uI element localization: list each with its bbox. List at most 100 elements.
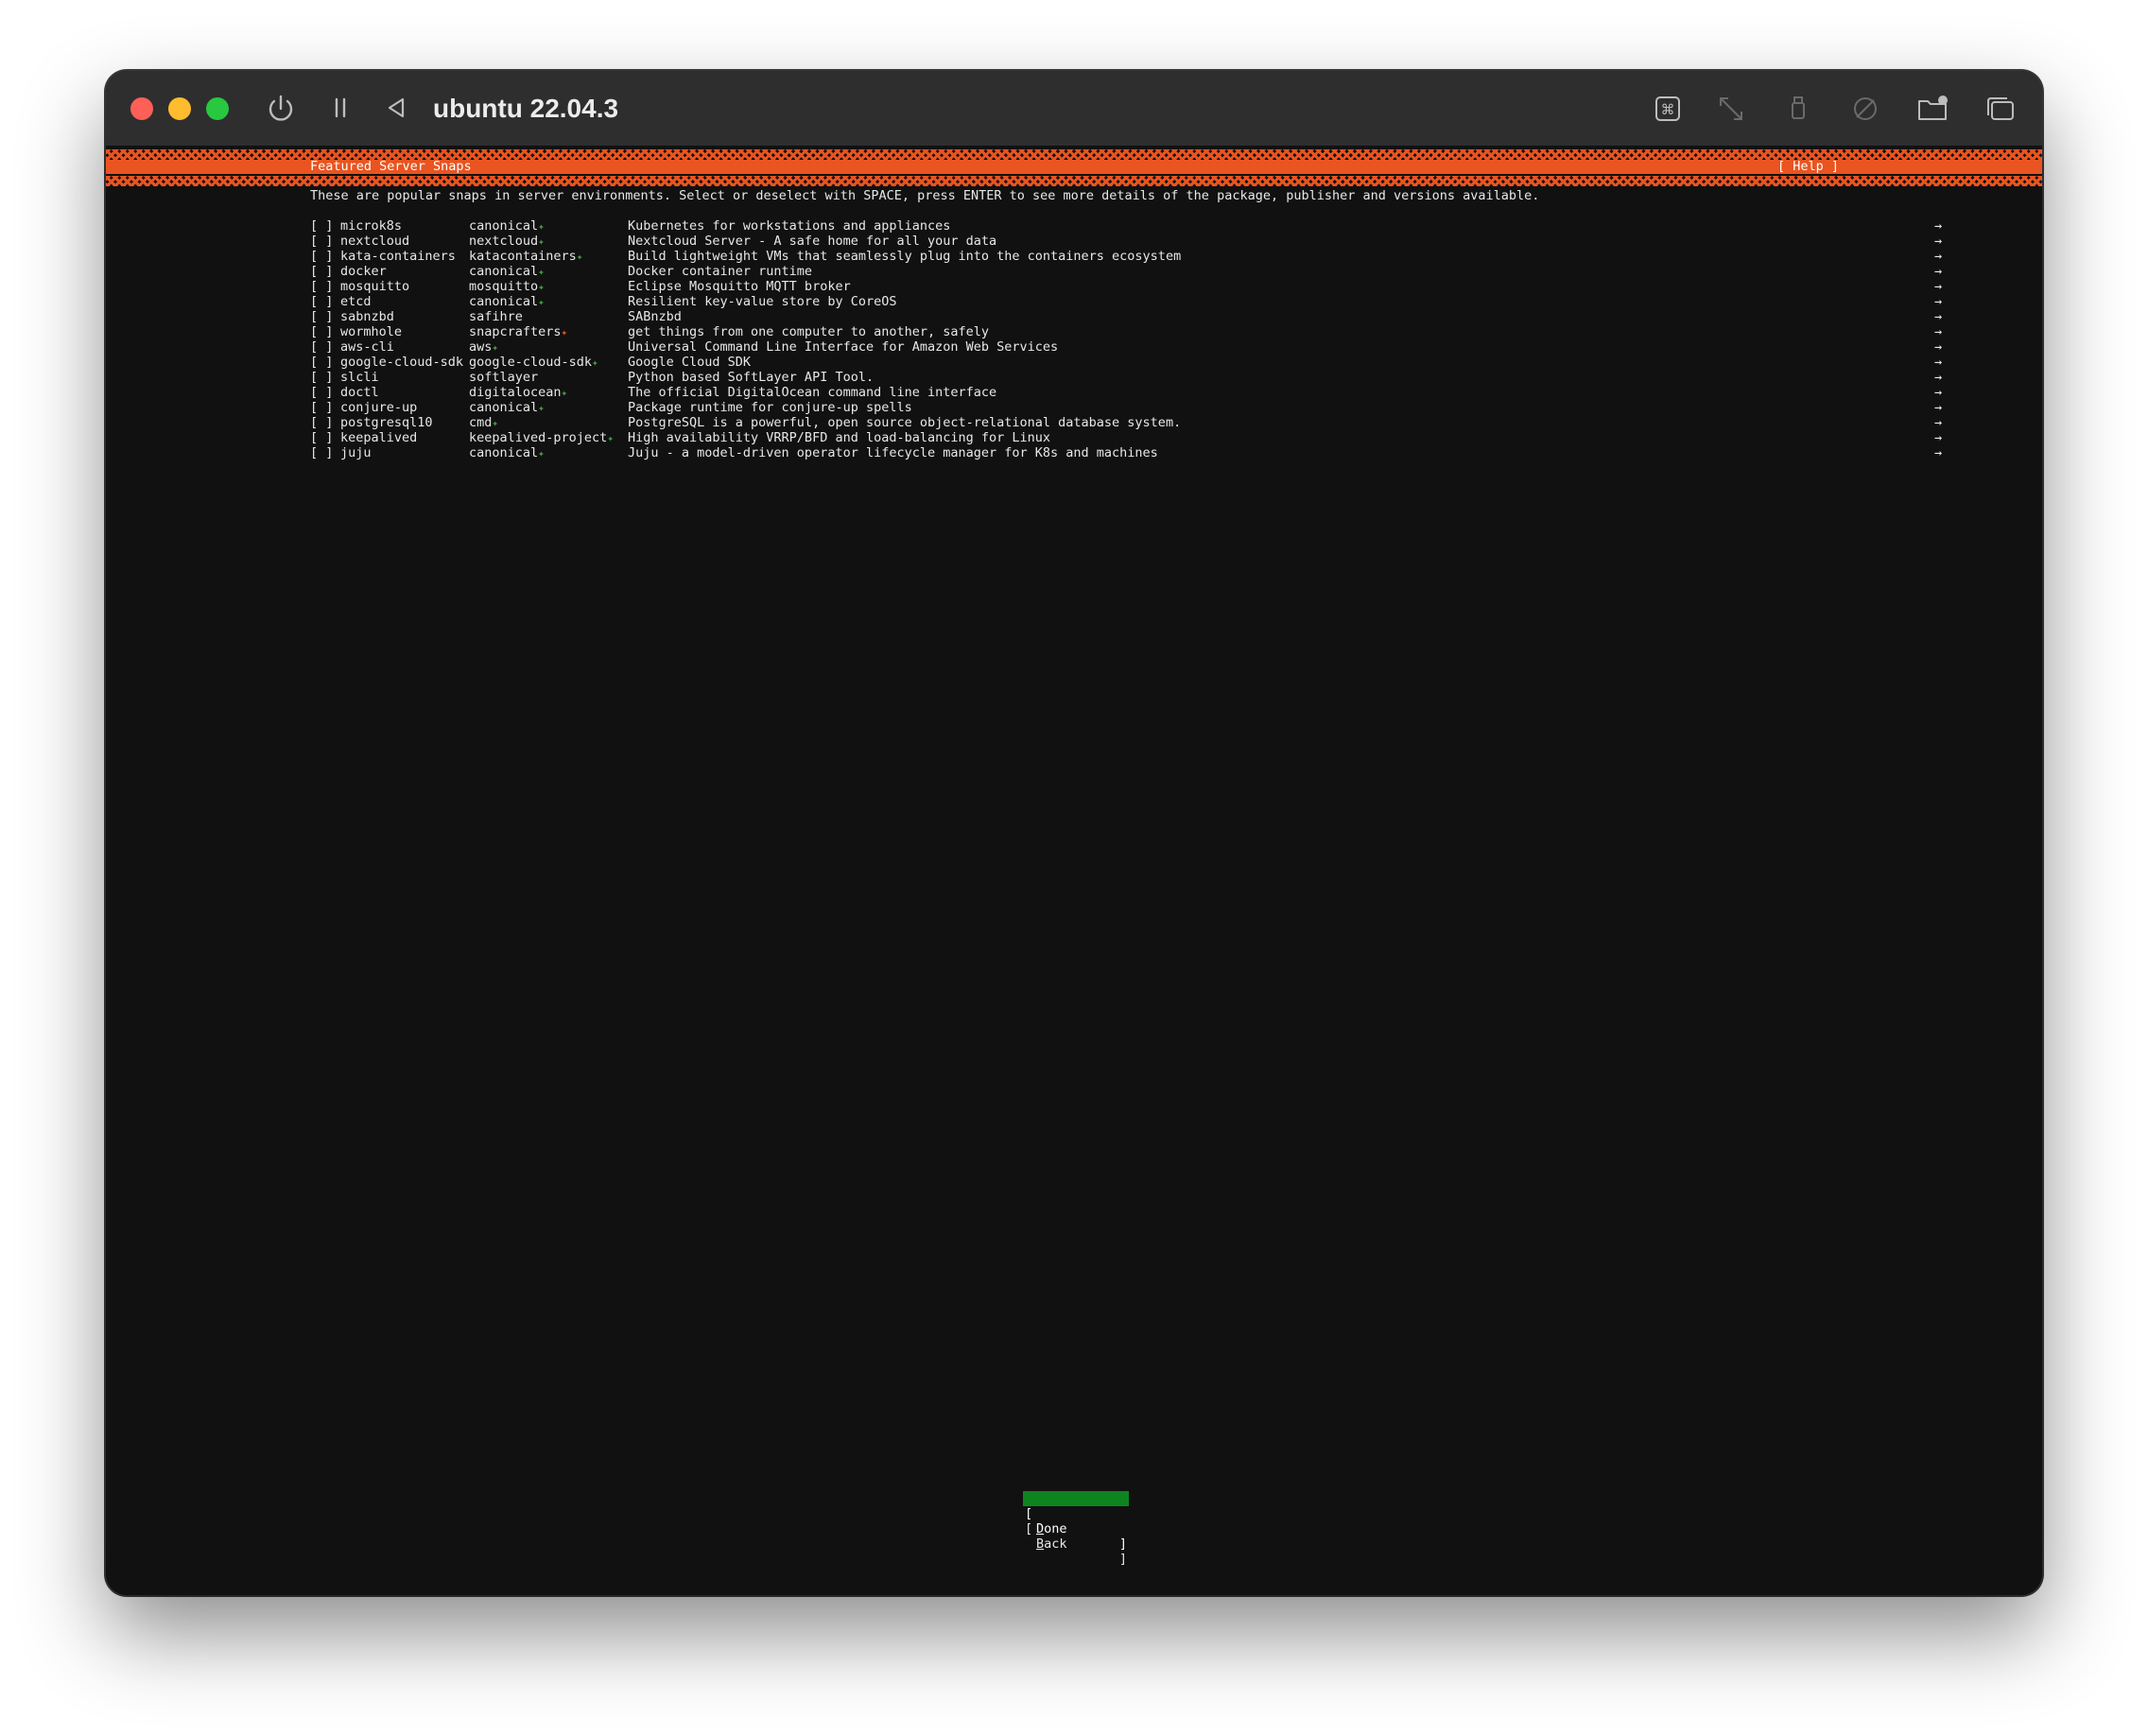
back-button[interactable]: [ Back ] bbox=[1023, 1506, 1129, 1567]
snap-checkbox[interactable]: [ ] bbox=[310, 234, 333, 249]
snap-row[interactable]: [ ] nextcloud nextcloud✦ Nextcloud Server -… bbox=[310, 234, 1946, 249]
snap-publisher: canonical✦ bbox=[469, 218, 545, 234]
snap-checkbox[interactable]: [ ] bbox=[310, 218, 333, 234]
details-arrow-icon[interactable]: → bbox=[1934, 400, 1942, 415]
snap-name: postgresql10 bbox=[340, 415, 433, 430]
snap-row[interactable]: [ ] juju canonical✦ Juju - a model-driven o… bbox=[310, 445, 1946, 460]
snap-name: conjure-up bbox=[340, 400, 418, 415]
snap-row[interactable]: [ ] wormhole snapcrafters✦ get things from … bbox=[310, 324, 1946, 339]
details-arrow-icon[interactable]: → bbox=[1934, 370, 1942, 385]
verified-publisher-icon: ✦ bbox=[538, 281, 545, 293]
snap-checkbox[interactable]: [ ] bbox=[310, 339, 333, 355]
snap-checkbox[interactable]: [ ] bbox=[310, 355, 333, 370]
snap-row[interactable]: [ ] keepalived keepalived-project✦ High ava… bbox=[310, 430, 1946, 445]
verified-publisher-icon: ✦ bbox=[538, 296, 545, 308]
command-key-icon[interactable]: ⌘ bbox=[1649, 90, 1687, 128]
snap-checkbox[interactable]: [ ] bbox=[310, 249, 333, 264]
details-arrow-icon[interactable]: → bbox=[1934, 218, 1942, 234]
snap-publisher-name: google-cloud-sdk bbox=[469, 355, 593, 370]
snap-checkbox[interactable]: [ ] bbox=[310, 445, 333, 460]
starred-publisher-icon: ✦ bbox=[561, 326, 568, 339]
snap-checkbox[interactable]: [ ] bbox=[310, 309, 333, 324]
snap-description: High availability VRRP/BFD and load-bala… bbox=[628, 430, 1051, 445]
back-hotkey: B bbox=[1036, 1536, 1045, 1552]
snap-description: The official DigitalOcean command line i… bbox=[628, 385, 997, 400]
snap-row[interactable]: [ ] postgresql10 cmd✦ PostgreSQL is a power… bbox=[310, 415, 1946, 430]
usb-icon[interactable] bbox=[1779, 90, 1817, 128]
back-triangle-icon[interactable] bbox=[377, 90, 415, 128]
snap-publisher: keepalived-project✦ bbox=[469, 430, 614, 446]
details-arrow-icon[interactable]: → bbox=[1934, 234, 1942, 249]
details-arrow-icon[interactable]: → bbox=[1934, 324, 1942, 339]
snap-publisher-name: canonical bbox=[469, 294, 539, 309]
close-window-button[interactable] bbox=[130, 97, 153, 120]
help-button[interactable]: [ Help ] bbox=[1777, 160, 1839, 174]
details-arrow-icon[interactable]: → bbox=[1934, 355, 1942, 370]
snap-name: aws-cli bbox=[340, 339, 394, 355]
snap-description: Nextcloud Server - A safe home for all y… bbox=[628, 234, 997, 249]
details-arrow-icon[interactable]: → bbox=[1934, 264, 1942, 279]
verified-publisher-icon: ✦ bbox=[538, 220, 545, 233]
snap-checkbox[interactable]: [ ] bbox=[310, 264, 333, 279]
back-right-bracket: ] bbox=[1118, 1552, 1127, 1567]
details-arrow-icon[interactable]: → bbox=[1934, 430, 1942, 445]
snap-checkbox[interactable]: [ ] bbox=[310, 415, 333, 430]
details-arrow-icon[interactable]: → bbox=[1934, 415, 1942, 430]
snap-name: etcd bbox=[340, 294, 372, 309]
verified-publisher-icon: ✦ bbox=[561, 387, 568, 399]
snap-row[interactable]: [ ] google-cloud-sdk google-cloud-sdk✦ Goog… bbox=[310, 355, 1946, 370]
pause-icon[interactable] bbox=[321, 90, 359, 128]
snap-description: get things from one computer to another,… bbox=[628, 324, 990, 339]
snap-row[interactable]: [ ] mosquitto mosquitto✦ Eclipse Mosquitto … bbox=[310, 279, 1946, 294]
svg-text:⌘: ⌘ bbox=[1661, 101, 1675, 118]
done-right-bracket: ] bbox=[1118, 1536, 1127, 1552]
verified-publisher-icon: ✦ bbox=[538, 235, 545, 248]
snap-publisher: canonical✦ bbox=[469, 400, 545, 416]
snap-checkbox[interactable]: [ ] bbox=[310, 400, 333, 415]
details-arrow-icon[interactable]: → bbox=[1934, 385, 1942, 400]
power-icon[interactable] bbox=[262, 90, 300, 128]
snap-checkbox[interactable]: [ ] bbox=[310, 294, 333, 309]
snap-publisher: aws✦ bbox=[469, 339, 498, 356]
verified-publisher-icon: ✦ bbox=[592, 356, 598, 369]
snap-description: PostgreSQL is a powerful, open source ob… bbox=[628, 415, 1182, 430]
snap-row[interactable]: [ ] conjure-up canonical✦ Package runtime f… bbox=[310, 400, 1946, 415]
snap-publisher: digitalocean✦ bbox=[469, 385, 567, 401]
snap-publisher-name: canonical bbox=[469, 218, 539, 234]
snap-row[interactable]: [ ] kata-containers katacontainers✦ Build l… bbox=[310, 249, 1946, 264]
snap-name: microk8s bbox=[340, 218, 403, 234]
details-arrow-icon[interactable]: → bbox=[1934, 339, 1942, 355]
details-arrow-icon[interactable]: → bbox=[1934, 294, 1942, 309]
windows-icon[interactable] bbox=[1981, 90, 2018, 128]
snap-row[interactable]: [ ] docker canonical✦ Docker container runt… bbox=[310, 264, 1946, 279]
snap-checkbox[interactable]: [ ] bbox=[310, 279, 333, 294]
snap-description: Resilient key-value store by CoreOS bbox=[628, 294, 897, 309]
snap-publisher-name: aws bbox=[469, 339, 493, 355]
zoom-window-button[interactable] bbox=[206, 97, 229, 120]
snap-row[interactable]: [ ] aws-cli aws✦ Universal Command Line Int… bbox=[310, 339, 1946, 355]
snap-row[interactable]: [ ] doctl digitalocean✦ The official Digita… bbox=[310, 385, 1946, 400]
verified-publisher-icon: ✦ bbox=[538, 447, 545, 460]
details-arrow-icon[interactable]: → bbox=[1934, 445, 1942, 460]
snap-checkbox[interactable]: [ ] bbox=[310, 430, 333, 445]
snap-description: Docker container runtime bbox=[628, 264, 813, 279]
details-arrow-icon[interactable]: → bbox=[1934, 249, 1942, 264]
resize-arrows-icon[interactable] bbox=[1712, 90, 1750, 128]
done-button[interactable]: [ Done ] bbox=[1023, 1491, 1129, 1552]
details-arrow-icon[interactable]: → bbox=[1934, 279, 1942, 294]
minimize-window-button[interactable] bbox=[168, 97, 191, 120]
snap-publisher: cmd✦ bbox=[469, 415, 498, 431]
snap-publisher: safihre bbox=[469, 309, 523, 324]
snap-row[interactable]: [ ] slcli softlayer Python based SoftLayer … bbox=[310, 370, 1946, 385]
snap-row[interactable]: [ ] microk8s canonical✦ Kubernetes for work… bbox=[310, 218, 1946, 234]
snap-row[interactable]: [ ] etcd canonical✦ Resilient key-value sto… bbox=[310, 294, 1946, 309]
snap-publisher-name: cmd bbox=[469, 415, 493, 430]
shared-folder-icon[interactable] bbox=[1914, 90, 1951, 128]
snap-checkbox[interactable]: [ ] bbox=[310, 324, 333, 339]
snap-row[interactable]: [ ] sabnzbd safihre SABnzbd → bbox=[310, 309, 1946, 324]
window-titlebar: ubuntu 22.04.3 ⌘ bbox=[106, 71, 2042, 146]
snap-checkbox[interactable]: [ ] bbox=[310, 370, 333, 385]
network-icon[interactable] bbox=[1846, 90, 1884, 128]
snap-checkbox[interactable]: [ ] bbox=[310, 385, 333, 400]
details-arrow-icon[interactable]: → bbox=[1934, 309, 1942, 324]
